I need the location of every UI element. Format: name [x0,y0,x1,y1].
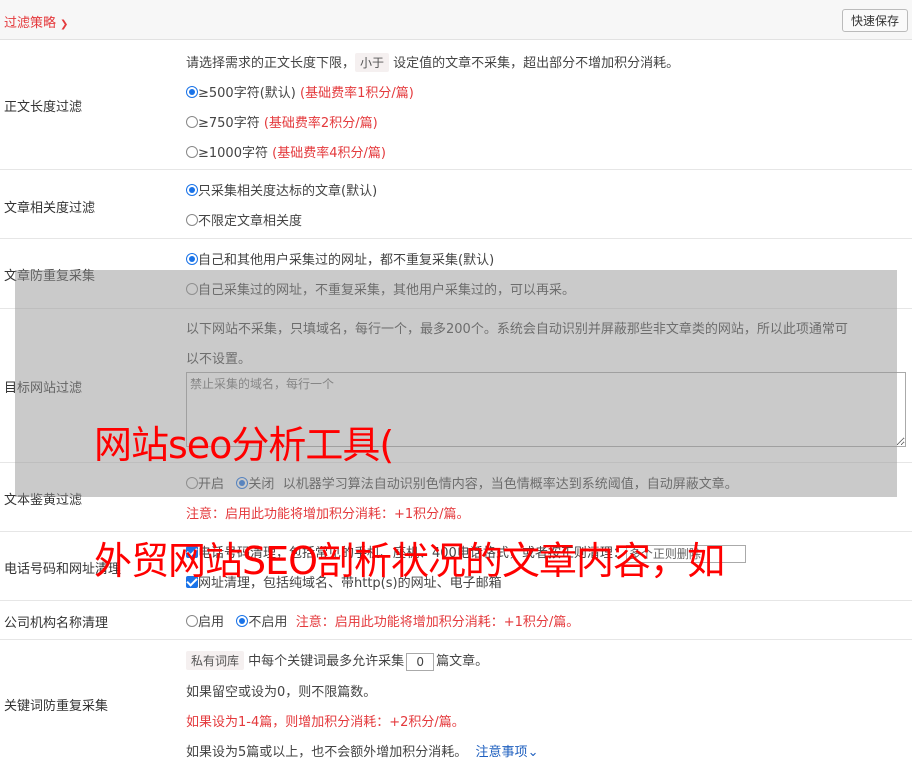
org-filter-row: 公司机构名称清理 启用 不启用 注意：启用此功能将增加积分消耗：+1积分/篇。 [0,601,912,640]
length-filter-desc: 请选择需求的正文长度下限， 小于 设定值的文章不采集，超出部分不增加积分消耗。 [186,52,679,72]
length-option-500[interactable]: ≥500字符(默认) (基础费率1积分/篇) [186,82,414,101]
keyword-dedupe-line4: 如果设为5篇或以上，也不会额外增加积分消耗。 注意事项⌄ [186,745,539,760]
radio-750[interactable] [186,116,198,128]
filter-strategy-title[interactable]: 过滤策略 ❯︎ [4,12,68,31]
filter-header: 过滤策略 ❯︎ 快速保存 [0,0,912,40]
keyword-dedupe-row: 关键词防重复采集 私有词库 中每个关键词最多允许采集 0 篇文章。 如果留空或设为0… [0,640,912,768]
porn-filter-note: 注意：启用此功能将增加积分消耗：+1积分/篇。 [186,507,470,522]
relevance-label: 文章相关度过滤 [4,201,96,216]
length-option-750[interactable]: ≥750字符 (基础费率2积分/篇) [186,112,378,131]
length-filter-row: 正文长度过滤 请选择需求的正文长度下限， 小于 设定值的文章不采集，超出部分不增加… [0,40,912,170]
keyword-dedupe-label: 关键词防重复采集 [4,699,109,714]
radio-relevance-any[interactable] [186,214,198,226]
dedupe-option-all[interactable]: 自己和其他用户采集过的网址，都不重复采集(默认) [186,249,494,268]
less-than-tag: 小于 [355,53,390,72]
length-filter-label: 正文长度过滤 [4,100,83,115]
org-filter-options: 启用 不启用 注意：启用此功能将增加积分消耗：+1积分/篇。 [186,611,579,630]
length-option-1000[interactable]: ≥1000字符 (基础费率4积分/篇) [186,142,386,161]
chevron-down-icon: ⌄ [527,745,539,760]
radio-dedupe-all[interactable] [186,253,198,265]
relevance-option-any[interactable]: 不限定文章相关度 [186,210,302,229]
notes-link[interactable]: 注意事项⌄ [476,745,539,760]
quick-save-button[interactable]: 快速保存 [841,9,908,32]
radio-org-off[interactable] [236,615,249,627]
keyword-dedupe-line2: 如果留空或设为0，则不限篇数。 [186,685,377,700]
keyword-dedupe-line1: 私有词库 中每个关键词最多允许采集 0 篇文章。 [186,650,488,671]
relevance-row: 文章相关度过滤 只采集相关度达标的文章(默认) 不限定文章相关度 [0,170,912,239]
keyword-dedupe-line3: 如果设为1-4篇，则增加积分消耗：+2积分/篇。 [186,715,465,730]
radio-org-on[interactable] [186,615,198,627]
watermark-line-2: 外贸网站SEO剖析状况的文章内容，如 [94,539,725,583]
private-lexicon-tag[interactable]: 私有词库 [186,651,245,670]
relevance-option-required[interactable]: 只采集相关度达标的文章(默认) [186,180,377,199]
radio-1000[interactable] [186,146,198,158]
max-articles-input[interactable]: 0 [406,652,435,671]
watermark-line-1: 网站seo分析工具( [94,423,394,467]
radio-500[interactable] [186,86,198,98]
chevron-down-icon: ❯︎ [60,19,69,30]
org-filter-label: 公司机构名称清理 [4,616,109,631]
radio-relevance-required[interactable] [186,184,198,196]
